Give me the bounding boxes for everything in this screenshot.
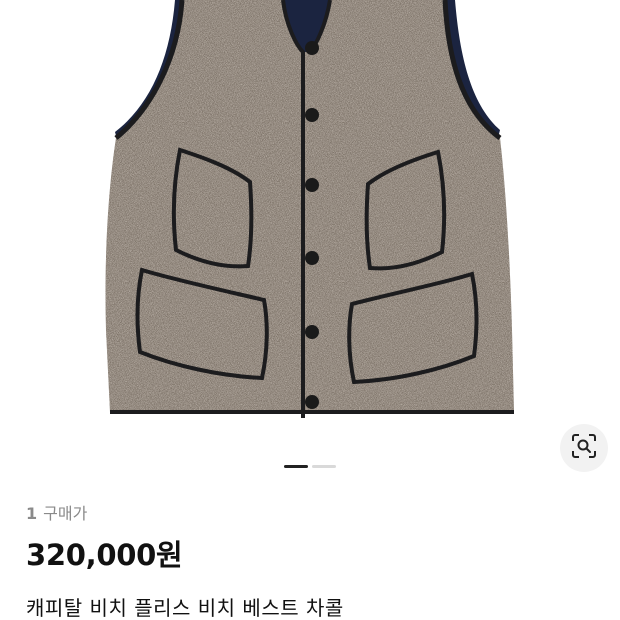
product-price: 320,000원 <box>26 538 183 572</box>
pager-dot-active[interactable] <box>284 465 308 468</box>
image-pager <box>284 465 336 468</box>
buyer-count-row: 1 구매가 <box>26 500 606 524</box>
product-title: 캐피탈 비치 플리스 비치 베스트 차콜 <box>26 596 344 620</box>
buyer-count: 1 <box>26 504 38 523</box>
product-info: 1 구매가 320,000원 캐피탈 비치 플리스 비치 베스트 차콜 <box>26 500 606 620</box>
buyer-label: 구매가 <box>43 504 88 523</box>
image-search-button[interactable] <box>560 424 608 472</box>
pager-dot[interactable] <box>312 465 336 468</box>
image-search-icon <box>571 433 597 463</box>
product-photo[interactable] <box>0 0 620 450</box>
product-image-carousel[interactable] <box>0 0 620 490</box>
